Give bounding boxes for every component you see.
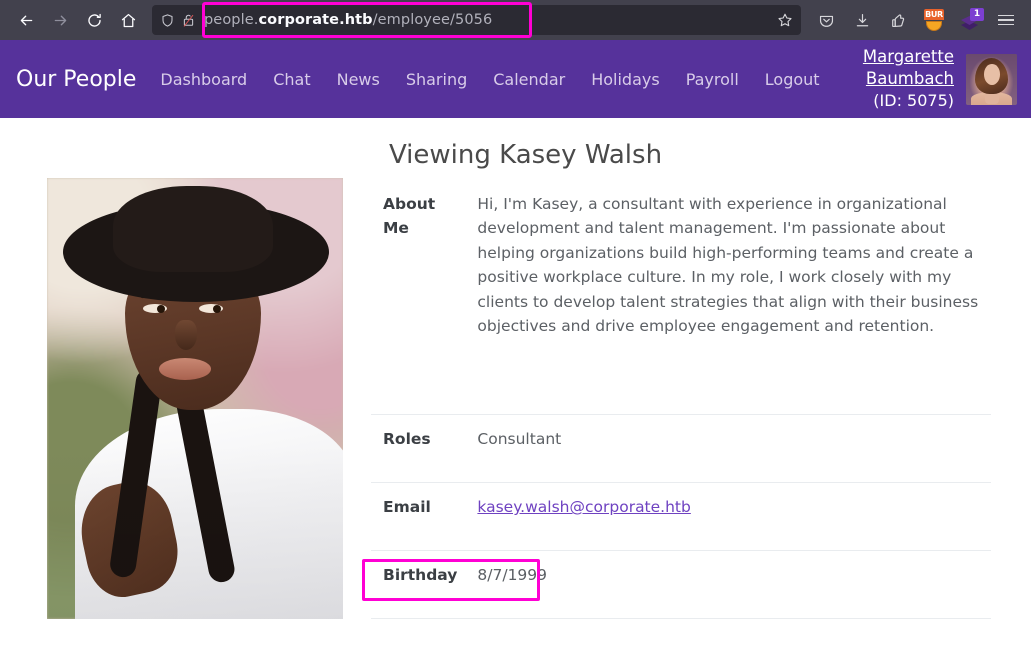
main-navigation: Dashboard Chat News Sharing Calendar Hol… [160, 70, 819, 89]
toolbar-icons: BUR 1 [811, 5, 1021, 35]
row-key-about-me: About Me [371, 180, 466, 416]
nav-item-sharing[interactable]: Sharing [406, 70, 467, 89]
row-value-email: kasey.walsh@corporate.htb [465, 482, 991, 552]
url-text[interactable]: people.corporate.htb/employee/5056 [204, 12, 771, 28]
url-host: corporate.htb [258, 12, 373, 28]
forward-arrow-icon [54, 15, 66, 25]
url-subdomain: people. [204, 12, 259, 28]
nav-item-payroll[interactable]: Payroll [686, 70, 739, 89]
hamburger-lines [998, 14, 1014, 26]
row-key-email: Email [371, 482, 466, 552]
app-header: Our People Dashboard Chat News Sharing C… [0, 40, 1031, 118]
hamburger-menu-icon[interactable] [991, 5, 1021, 35]
row-value-birthday: 8/7/1999 [465, 550, 991, 619]
star-icon[interactable] [777, 12, 793, 28]
nav-item-news[interactable]: News [337, 70, 380, 89]
tracking-shield-icon[interactable] [160, 13, 175, 28]
back-button[interactable] [10, 5, 42, 35]
employee-photo [47, 178, 343, 619]
broken-lock-icon[interactable] [181, 12, 196, 28]
reload-icon [87, 13, 101, 27]
current-user-id: (ID: 5075) [873, 91, 954, 111]
row-value-about-me: Hi, I'm Kasey, a consultant with experie… [465, 180, 991, 416]
table-row: Birthday 8/7/1999 [371, 550, 991, 619]
forward-button[interactable] [44, 5, 76, 35]
brand-title[interactable]: Our People [16, 67, 136, 92]
download-icon[interactable] [847, 5, 877, 35]
table-row: Email kasey.walsh@corporate.htb [371, 482, 991, 552]
navigation-buttons [10, 5, 144, 35]
extension-icon[interactable] [883, 5, 913, 35]
profile-content: About Me Hi, I'm Kasey, a consultant wit… [0, 178, 1031, 619]
page-body: Viewing Kasey Walsh About Me Hi, I'm Kas… [0, 118, 1031, 653]
email-link[interactable]: kasey.walsh@corporate.htb [477, 498, 690, 516]
table-row: Roles Consultant [371, 414, 991, 484]
burp-label: BUR [924, 9, 944, 20]
nav-item-holidays[interactable]: Holidays [591, 70, 659, 89]
nav-item-chat[interactable]: Chat [273, 70, 310, 89]
employee-details-table: About Me Hi, I'm Kasey, a consultant wit… [371, 180, 991, 619]
nav-item-dashboard[interactable]: Dashboard [160, 70, 247, 89]
page-title: Viewing Kasey Walsh [388, 140, 663, 170]
avatar-face [984, 63, 1000, 85]
burp-icon[interactable]: BUR [919, 5, 949, 35]
current-user-block: Margarette Baumbach (ID: 5075) [820, 46, 1017, 112]
photo-shadow [47, 178, 343, 619]
nav-item-calendar[interactable]: Calendar [493, 70, 565, 89]
url-bar-container: people.corporate.htb/employee/5056 [152, 5, 801, 35]
burp-body [926, 21, 942, 31]
url-bar[interactable]: people.corporate.htb/employee/5056 [152, 5, 801, 35]
home-icon [121, 13, 135, 27]
current-user-text: Margarette Baumbach (ID: 5075) [820, 46, 954, 112]
current-user-name[interactable]: Margarette Baumbach [820, 46, 954, 91]
row-key-birthday: Birthday [371, 550, 466, 619]
pocket-icon[interactable] [811, 5, 841, 35]
home-button[interactable] [112, 5, 144, 35]
reload-button[interactable] [78, 5, 110, 35]
layers-badge: 1 [970, 8, 984, 21]
layers-icon[interactable]: 1 [955, 5, 985, 35]
row-value-roles: Consultant [465, 414, 991, 484]
url-path: /employee/5056 [372, 12, 493, 28]
nav-item-logout[interactable]: Logout [765, 70, 820, 89]
table-row: About Me Hi, I'm Kasey, a consultant wit… [371, 180, 991, 416]
avatar[interactable] [966, 53, 1017, 105]
row-key-roles: Roles [371, 414, 466, 484]
back-arrow-icon [20, 15, 32, 25]
browser-toolbar: people.corporate.htb/employee/5056 BUR 1 [0, 0, 1031, 40]
